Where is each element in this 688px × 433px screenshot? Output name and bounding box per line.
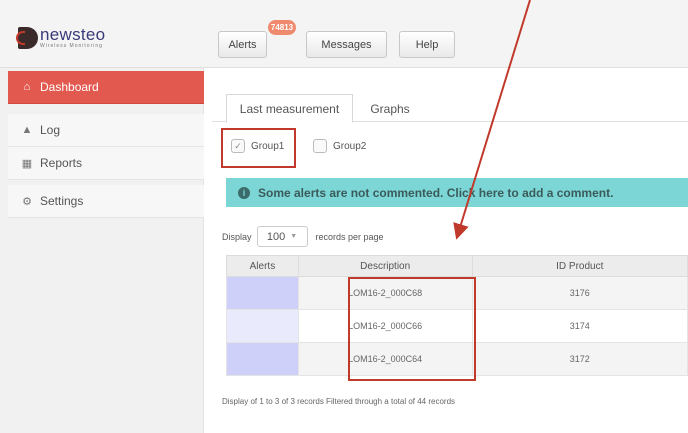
sidebar-item-dashboard[interactable]: ⌂ Dashboard [8, 71, 204, 104]
logo-mark-icon [16, 27, 38, 49]
records-info: Display of 1 to 3 of 3 records Filtered … [222, 397, 456, 406]
sidebar-item-label: Log [40, 123, 61, 137]
records-per-page-select[interactable]: 100 ▼ [256, 226, 308, 247]
alert-cell [226, 309, 299, 343]
tab-last-measurement[interactable]: Last measurement [226, 94, 353, 123]
group2-label: Group2 [333, 140, 367, 152]
info-icon: i [238, 186, 250, 199]
column-header-description[interactable]: Description [297, 255, 473, 277]
sidebar-item-label: Dashboard [40, 80, 99, 94]
id-product-cell: 3174 [471, 309, 688, 343]
id-product-cell: 3176 [471, 276, 688, 310]
printer-icon: ▦ [21, 157, 33, 170]
empty-checkbox-icon [313, 139, 327, 153]
annotation-box-group1 [221, 128, 296, 168]
alerts-button[interactable]: Alerts [218, 31, 267, 58]
display-suffix: records per page [315, 231, 384, 242]
home-icon: ⌂ [23, 81, 31, 93]
top-bar: newsteo Wireless Monitoring Alerts 74813… [0, 0, 688, 68]
display-prefix: Display [222, 231, 252, 242]
sidebar-item-reports[interactable]: ▦ Reports [8, 147, 204, 180]
records-per-page: Display 100 ▼ records per page [222, 226, 384, 247]
column-header-alerts[interactable]: Alerts [226, 255, 299, 277]
messages-button[interactable]: Messages [306, 31, 387, 58]
column-header-id-product[interactable]: ID Product [471, 255, 688, 277]
alert-banner[interactable]: i Some alerts are not commented. Click h… [226, 178, 688, 207]
annotation-box-descriptions [348, 277, 476, 381]
sidebar-item-log[interactable]: ▲ Log [8, 114, 204, 147]
help-button[interactable]: Help [399, 31, 455, 58]
alert-banner-text: Some alerts are not commented. Click her… [258, 185, 614, 200]
sidebar-item-label: Settings [40, 194, 84, 208]
records-per-page-value: 100 [266, 230, 286, 243]
table-header-row: Alerts Description ID Product [226, 255, 688, 277]
id-product-cell: 3172 [471, 342, 688, 376]
pin-icon: ▲ [21, 124, 33, 136]
alert-cell [226, 276, 299, 310]
newsteo-logo[interactable]: newsteo Wireless Monitoring [16, 25, 106, 49]
alerts-count-badge: 74813 [268, 20, 296, 35]
gears-icon: ⚙ [22, 195, 32, 208]
sidebar-item-label: Reports [40, 156, 83, 170]
chevron-down-icon: ▼ [290, 233, 298, 240]
tab-graphs[interactable]: Graphs [357, 94, 423, 123]
alert-cell [226, 342, 299, 376]
logo-name: newsteo [40, 25, 106, 44]
logo-tagline: Wireless Monitoring [40, 43, 103, 49]
sidebar-item-settings[interactable]: ⚙ Settings [8, 185, 204, 218]
group2-checkbox[interactable]: Group2 [313, 139, 366, 153]
